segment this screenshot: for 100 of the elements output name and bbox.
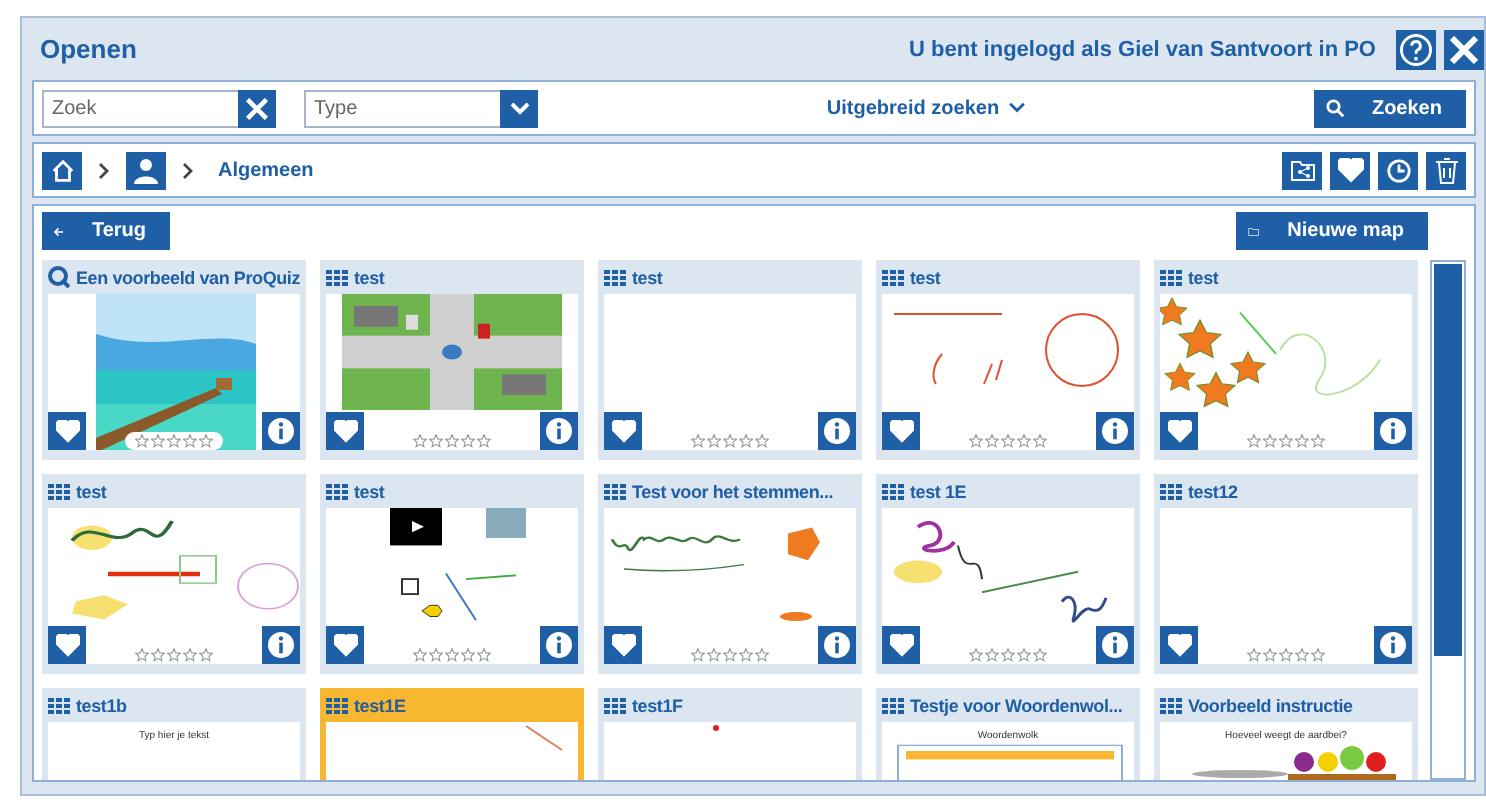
new-folder-button[interactable]: Nieuwe map bbox=[1236, 212, 1428, 250]
card-title: test 1E bbox=[910, 481, 967, 501]
info-icon bbox=[1380, 418, 1406, 444]
card-title: test12 bbox=[1188, 481, 1238, 501]
dot-drawing bbox=[712, 724, 720, 732]
favorites-button[interactable] bbox=[1330, 151, 1370, 189]
heart-icon bbox=[333, 419, 357, 443]
favorite-button[interactable] bbox=[882, 626, 920, 664]
grid-icon bbox=[604, 269, 626, 285]
card-title: test1E bbox=[354, 695, 406, 715]
favorite-button[interactable] bbox=[1160, 412, 1198, 450]
chevron-down-icon bbox=[1007, 102, 1026, 114]
help-button[interactable] bbox=[1396, 29, 1436, 69]
grid-icon bbox=[326, 269, 348, 285]
user-icon bbox=[134, 157, 158, 183]
grid-icon bbox=[1160, 697, 1182, 713]
favorite-button[interactable] bbox=[326, 412, 364, 450]
lesson-card[interactable]: Een voorbeeld van ProQuiz bbox=[42, 260, 306, 460]
card-title: test1F bbox=[632, 695, 683, 715]
heart-icon bbox=[333, 633, 357, 657]
info-button[interactable] bbox=[262, 412, 300, 450]
info-button[interactable] bbox=[262, 626, 300, 664]
lesson-card[interactable]: test12 bbox=[1154, 474, 1418, 674]
card-title: test bbox=[1188, 267, 1219, 287]
line-drawing bbox=[524, 724, 564, 752]
lesson-card[interactable]: test bbox=[876, 260, 1140, 460]
info-button[interactable] bbox=[1096, 626, 1134, 664]
card-title: test bbox=[354, 267, 385, 287]
favorite-button[interactable] bbox=[604, 626, 642, 664]
lesson-card[interactable]: Test voor het stemmen... bbox=[598, 474, 862, 674]
favorite-button[interactable] bbox=[48, 412, 86, 450]
favorite-button[interactable] bbox=[604, 412, 642, 450]
info-button[interactable] bbox=[1374, 626, 1412, 664]
heart-icon bbox=[1167, 419, 1191, 443]
info-button[interactable] bbox=[818, 412, 856, 450]
grid-icon bbox=[882, 483, 904, 499]
grid-icon bbox=[882, 269, 904, 285]
info-button[interactable] bbox=[540, 626, 578, 664]
close-button[interactable] bbox=[1444, 29, 1484, 69]
grid-icon bbox=[604, 483, 626, 499]
favorite-button[interactable] bbox=[1160, 626, 1198, 664]
favorite-button[interactable] bbox=[48, 626, 86, 664]
heart-icon bbox=[889, 419, 913, 443]
lesson-card[interactable]: test1F bbox=[598, 688, 862, 780]
grid-icon bbox=[882, 697, 904, 713]
lesson-card[interactable]: test bbox=[320, 260, 584, 460]
info-icon bbox=[824, 632, 850, 658]
info-icon bbox=[824, 418, 850, 444]
window-title: Openen bbox=[38, 34, 139, 64]
home-icon bbox=[49, 157, 75, 183]
heart-icon bbox=[611, 633, 635, 657]
search-button[interactable]: Zoeken bbox=[1313, 89, 1466, 127]
grid-icon bbox=[48, 483, 70, 499]
history-button[interactable] bbox=[1378, 151, 1418, 189]
trash-icon bbox=[1435, 157, 1457, 183]
favorite-button[interactable] bbox=[882, 412, 920, 450]
grid-icon bbox=[1160, 483, 1182, 499]
search-icon bbox=[1325, 96, 1344, 120]
advanced-search-link[interactable]: Uitgebreid zoeken bbox=[814, 95, 1038, 121]
back-button[interactable]: Terug bbox=[42, 212, 170, 250]
card-title: test bbox=[910, 267, 941, 287]
card-title: test bbox=[632, 267, 663, 287]
search-field[interactable]: Zoek bbox=[42, 89, 238, 127]
clear-button[interactable] bbox=[238, 89, 276, 127]
info-icon bbox=[546, 632, 572, 658]
info-icon bbox=[268, 418, 294, 444]
close-icon bbox=[246, 97, 268, 119]
media-drawing bbox=[386, 508, 530, 624]
info-button[interactable] bbox=[540, 412, 578, 450]
info-button[interactable] bbox=[1096, 412, 1134, 450]
lesson-card[interactable]: test bbox=[1154, 260, 1418, 460]
card-title: test bbox=[354, 481, 385, 501]
info-icon bbox=[268, 632, 294, 658]
grid-icon bbox=[326, 483, 348, 499]
dropdown-button[interactable] bbox=[500, 89, 538, 127]
info-button[interactable] bbox=[1374, 412, 1412, 450]
heart-icon bbox=[1337, 157, 1363, 183]
lesson-card[interactable]: test bbox=[320, 474, 584, 674]
favorite-button[interactable] bbox=[326, 626, 364, 664]
login-status: U bent ingelogd als Giel van Santvoort in PO bbox=[909, 37, 1376, 61]
grid-icon bbox=[326, 697, 348, 713]
lesson-card[interactable]: test bbox=[42, 474, 306, 674]
lesson-card[interactable]: test bbox=[598, 260, 862, 460]
share-folder-button[interactable] bbox=[1282, 151, 1322, 189]
scrollbar[interactable] bbox=[1430, 260, 1466, 780]
heart-icon bbox=[1167, 633, 1191, 657]
home-button[interactable] bbox=[42, 151, 82, 189]
delete-button[interactable] bbox=[1426, 151, 1466, 189]
card-title: Test voor het stemmen... bbox=[632, 481, 834, 501]
lesson-card[interactable]: test 1E bbox=[876, 474, 1140, 674]
chevron-down-icon bbox=[509, 101, 529, 115]
info-button[interactable] bbox=[818, 626, 856, 664]
user-button[interactable] bbox=[126, 151, 166, 189]
lesson-card[interactable]: test1E bbox=[320, 688, 584, 780]
type-dropdown[interactable]: Type bbox=[304, 89, 500, 127]
breadcrumb-item[interactable]: Algemeen bbox=[218, 159, 1274, 181]
heart-icon bbox=[889, 633, 913, 657]
heart-icon bbox=[55, 633, 79, 657]
info-icon bbox=[1380, 632, 1406, 658]
info-icon bbox=[546, 418, 572, 444]
